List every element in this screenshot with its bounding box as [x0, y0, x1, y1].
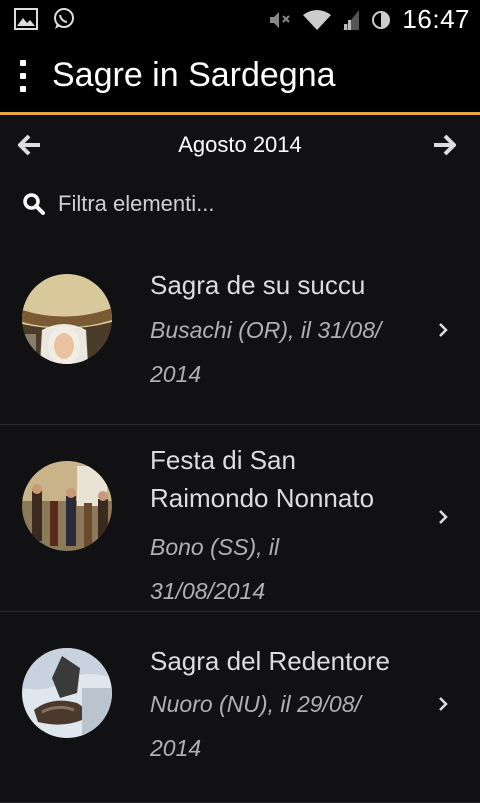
event-title: Festa di San Raimondo Nonnato: [150, 445, 375, 513]
event-subtitle: Busachi (OR), il 31/08/ 2014: [150, 317, 382, 387]
search-icon: [22, 192, 46, 220]
chevron-right-icon: [436, 694, 450, 714]
list-item[interactable]: Sagra del Redentore Nuoro (NU), il 29/08…: [0, 612, 480, 803]
search-input[interactable]: [56, 186, 460, 222]
wifi-icon: [302, 9, 332, 31]
search-bar: [0, 180, 480, 228]
overflow-menu-icon[interactable]: [14, 60, 32, 92]
image-icon: [14, 8, 38, 30]
signal-icon: [342, 9, 360, 31]
event-list: Sagra de su succu Busachi (OR), il 31/08…: [0, 238, 480, 803]
mute-icon: [268, 9, 292, 31]
list-item[interactable]: Sagra de su succu Busachi (OR), il 31/08…: [0, 238, 480, 425]
sync-icon: [370, 9, 392, 31]
chevron-right-icon: [436, 507, 450, 527]
chevron-right-icon: [436, 320, 450, 340]
event-title: Sagra del Redentore: [150, 646, 390, 676]
status-time: 16:47: [402, 4, 470, 34]
event-subtitle: Nuoro (NU), il 29/08/ 2014: [150, 691, 361, 761]
event-thumbnail: [22, 274, 112, 364]
event-thumbnail: [22, 648, 112, 738]
event-subtitle: Bono (SS), il 31/08/2014: [150, 534, 280, 604]
list-item[interactable]: Festa di San Raimondo Nonnato Bono (SS),…: [0, 425, 480, 612]
month-label: Agosto 2014: [178, 132, 302, 157]
app-bar: Sagre in Sardegna: [0, 38, 480, 115]
month-navigation: Agosto 2014: [0, 116, 480, 176]
arrow-right-icon[interactable]: [424, 128, 464, 162]
app-title: Sagre in Sardegna: [52, 56, 336, 94]
event-title: Sagra de su succu: [150, 270, 366, 300]
event-thumbnail: [22, 461, 112, 551]
status-bar: 16:47: [0, 0, 480, 38]
whatsapp-icon: [52, 7, 76, 31]
